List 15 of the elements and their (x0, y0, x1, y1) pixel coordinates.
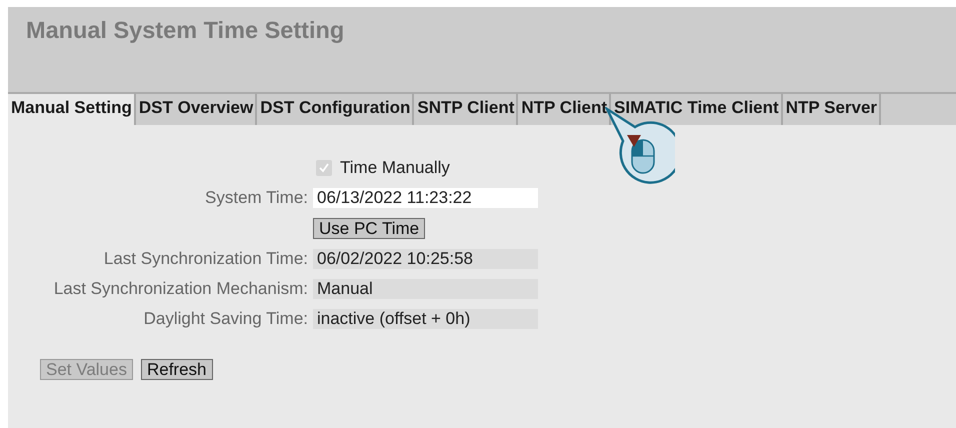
field-label: Last Synchronization Time: (102, 249, 308, 269)
field-label: Last Synchronization Mechanism: (52, 279, 308, 299)
input-field[interactable]: 06/13/2022 11:23:22 (313, 188, 538, 208)
use-pc-time-button[interactable]: Use PC Time (313, 218, 426, 239)
value-field: inactive (offset + 0h) (313, 309, 538, 329)
checkbox-label: Time Manually (340, 158, 450, 178)
value-field: Manual (313, 279, 538, 299)
check-mark-icon (317, 161, 331, 175)
value-field: 06/02/2022 10:25:58 (313, 249, 538, 269)
page-title: Manual System Time Setting (26, 17, 344, 43)
tab[interactable]: NTP Server (782, 94, 882, 125)
field-label: Daylight Saving Time: (142, 309, 308, 329)
tab[interactable]: Manual Setting (8, 94, 136, 125)
action-button[interactable]: Refresh (140, 359, 212, 380)
field-label: System Time: (204, 188, 308, 208)
